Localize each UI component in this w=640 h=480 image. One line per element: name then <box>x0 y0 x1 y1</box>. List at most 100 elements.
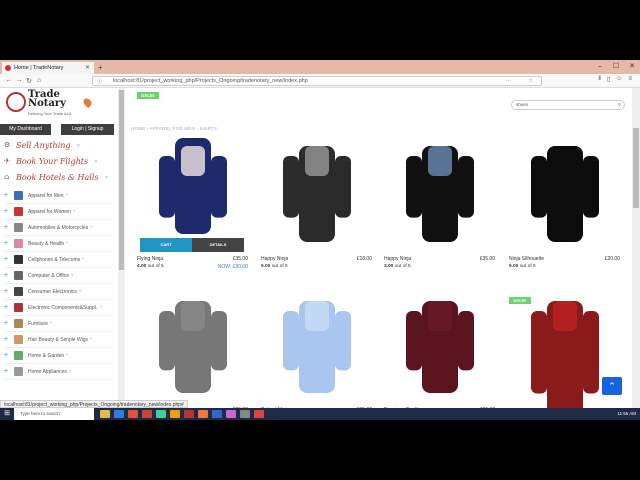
maximize-icon[interactable]: ☐ <box>608 60 624 74</box>
app-icon[interactable] <box>100 410 110 418</box>
sidebar-category-item[interactable]: + Home & Garden ◝ <box>4 348 112 364</box>
product-name[interactable]: Ninja Silhouette <box>509 256 544 262</box>
category-thumbnail <box>14 287 23 296</box>
sidebar-category-item[interactable]: + Furniture ◝ <box>4 316 112 332</box>
app-icon[interactable] <box>254 410 264 418</box>
sidebar-category-item[interactable]: + Electronic Components&Suppl.. ◝ <box>4 300 112 316</box>
expand-plus-icon[interactable]: + <box>4 208 14 215</box>
sidebar-category-item[interactable]: + Consumer Electronics ◝ <box>4 284 112 300</box>
loading-icon: ◝ <box>90 336 92 343</box>
sidebar-category-item[interactable]: + Apparel for Men ◝ <box>4 188 112 204</box>
special-flights[interactable]: ✈ Book Your Flights» <box>4 154 114 168</box>
expand-plus-icon[interactable]: + <box>4 224 14 231</box>
app-icon[interactable] <box>240 410 250 418</box>
product-card[interactable]: Ninja Silhouette £20.00 5.00 out of 5 <box>507 138 622 278</box>
search-input[interactable]: shoes ⚲ <box>511 100 625 110</box>
app-icon[interactable] <box>128 410 138 418</box>
product-image[interactable] <box>135 138 250 250</box>
windows-start-icon[interactable]: ⊞ <box>0 408 14 420</box>
product-image[interactable] <box>507 138 622 250</box>
forward-icon[interactable]: → <box>14 77 24 84</box>
product-image[interactable] <box>382 138 497 250</box>
home-icon[interactable]: ⌂ <box>34 77 44 84</box>
product-name[interactable]: Flying Ninja <box>137 256 163 262</box>
app-icon[interactable] <box>184 410 194 418</box>
library-icon[interactable]: ⫴ <box>599 76 602 83</box>
expand-plus-icon[interactable]: + <box>4 304 14 311</box>
cart-button[interactable]: CART <box>140 238 192 252</box>
back-icon[interactable]: ← <box>4 77 14 84</box>
sidebar-scrollbar[interactable] <box>118 88 125 408</box>
product-card[interactable]: Ninja Silhouette£35.004.00 out of 5 <box>135 293 250 408</box>
special-sell[interactable]: ⚙ Sell Anything» <box>4 138 114 152</box>
product-card[interactable]: Patient Ninja£35.004.67 out of 5 <box>259 293 374 408</box>
product-name[interactable]: Happy Ninja <box>261 256 288 262</box>
app-icon[interactable] <box>156 410 166 418</box>
close-tab-icon[interactable]: ✕ <box>85 64 90 71</box>
sidebar-category-item[interactable]: + Beauty & Health ◝ <box>4 236 112 252</box>
user-icon[interactable]: ☺ <box>616 76 622 83</box>
product-name[interactable]: Happy Ninja <box>384 256 411 262</box>
sale-badge: SALE! <box>137 92 159 99</box>
page-scrollbar[interactable] <box>632 88 640 408</box>
browser-tab[interactable]: Home | TradeNotary ✕ <box>2 62 94 74</box>
expand-plus-icon[interactable]: + <box>4 240 14 247</box>
scroll-top-button[interactable]: ⌃ <box>602 377 622 395</box>
close-window-icon[interactable]: ✕ <box>624 60 640 74</box>
product-card[interactable]: Premium Quality£20.004.50 out of 5 <box>382 293 497 408</box>
expand-plus-icon[interactable]: + <box>4 320 14 327</box>
app-icon[interactable] <box>114 410 124 418</box>
sidebar-icon[interactable]: ▯ <box>607 76 610 83</box>
taskbar-clock: 11:56 AM <box>617 411 636 416</box>
sidebar-category-item[interactable]: + Apparel for Women ◝ <box>4 204 112 220</box>
expand-plus-icon[interactable]: + <box>4 352 14 359</box>
new-tab-button[interactable]: + <box>98 62 108 74</box>
product-card[interactable]: Happy Ninja £18.00 5.00 out of 5 <box>259 138 374 278</box>
nav-bar: ← → ↻ ⌂ ⓘ localhost:81/project_working_p… <box>0 74 640 88</box>
product-card[interactable]: Happy Ninja £35.00 3.00 out of 5 <box>382 138 497 278</box>
logo-tagline: Defining Your Trade At A <box>28 111 72 116</box>
info-icon[interactable]: ⓘ <box>97 78 102 87</box>
sidebar-category-item[interactable]: + Automobiles & Motorcycles ◝ <box>4 220 112 236</box>
expand-plus-icon[interactable]: + <box>4 368 14 375</box>
site-logo[interactable]: Trade Notary Defining Your Trade At A <box>6 89 96 118</box>
status-bar: localhost:81/project_working_php/Project… <box>0 400 188 408</box>
product-image[interactable] <box>259 138 374 250</box>
dashboard-button[interactable]: My Dashboard <box>0 124 52 135</box>
page-actions-icon[interactable]: ··· <box>506 77 512 86</box>
taskbar-search[interactable]: Type here to search <box>14 408 94 420</box>
app-icon[interactable] <box>170 410 180 418</box>
logo-text: Trade Notary <box>28 89 66 109</box>
product-image[interactable] <box>135 293 250 401</box>
reload-icon[interactable]: ↻ <box>24 77 34 85</box>
product-rating: 5.00 out of 5 <box>261 264 288 269</box>
login-signup-button[interactable]: Login | Signup <box>61 124 114 135</box>
sidebar-category-item[interactable]: + Computer & Office ◝ <box>4 268 112 284</box>
sidebar-category-item[interactable]: + Home Appliances ◝ <box>4 364 112 380</box>
search-icon[interactable]: ⚲ <box>618 101 621 109</box>
expand-plus-icon[interactable]: + <box>4 272 14 279</box>
app-icon[interactable] <box>198 410 208 418</box>
details-button[interactable]: DETAILS <box>192 238 244 252</box>
expand-plus-icon[interactable]: + <box>4 256 14 263</box>
expand-plus-icon[interactable]: + <box>4 192 14 199</box>
sidebar-category-item[interactable]: + Hair Beauty & Simple Wigs ◝ <box>4 332 112 348</box>
expand-plus-icon[interactable]: + <box>4 336 14 343</box>
minimize-icon[interactable]: – <box>592 60 608 74</box>
address-bar[interactable]: ⓘ localhost:81/project_working_php/Proje… <box>92 76 542 86</box>
app-icon[interactable] <box>212 410 222 418</box>
special-hotels[interactable]: ⌂ Book Hotels & Halls» <box>4 170 114 184</box>
sidebar-category-item[interactable]: + Cellphones & Telecoms ◝ <box>4 252 112 268</box>
product-image[interactable] <box>259 293 374 401</box>
app-icon[interactable] <box>142 410 152 418</box>
product-image[interactable] <box>382 293 497 401</box>
category-thumbnail <box>14 271 23 280</box>
product-card[interactable]: Flying Ninja £35.00 4.00 out of 5 NOW: £30.… <box>135 92 250 278</box>
app-icon[interactable] <box>226 410 236 418</box>
expand-plus-icon[interactable]: + <box>4 288 14 295</box>
bookmark-star-icon[interactable]: ☆ <box>528 77 533 86</box>
category-label: Apparel for Men <box>28 192 64 199</box>
loading-icon: ◝ <box>100 304 103 311</box>
menu-icon[interactable]: ≡ <box>628 76 632 83</box>
toolbar-right: ⫴ ▯ ☺ ≡ <box>599 76 633 83</box>
